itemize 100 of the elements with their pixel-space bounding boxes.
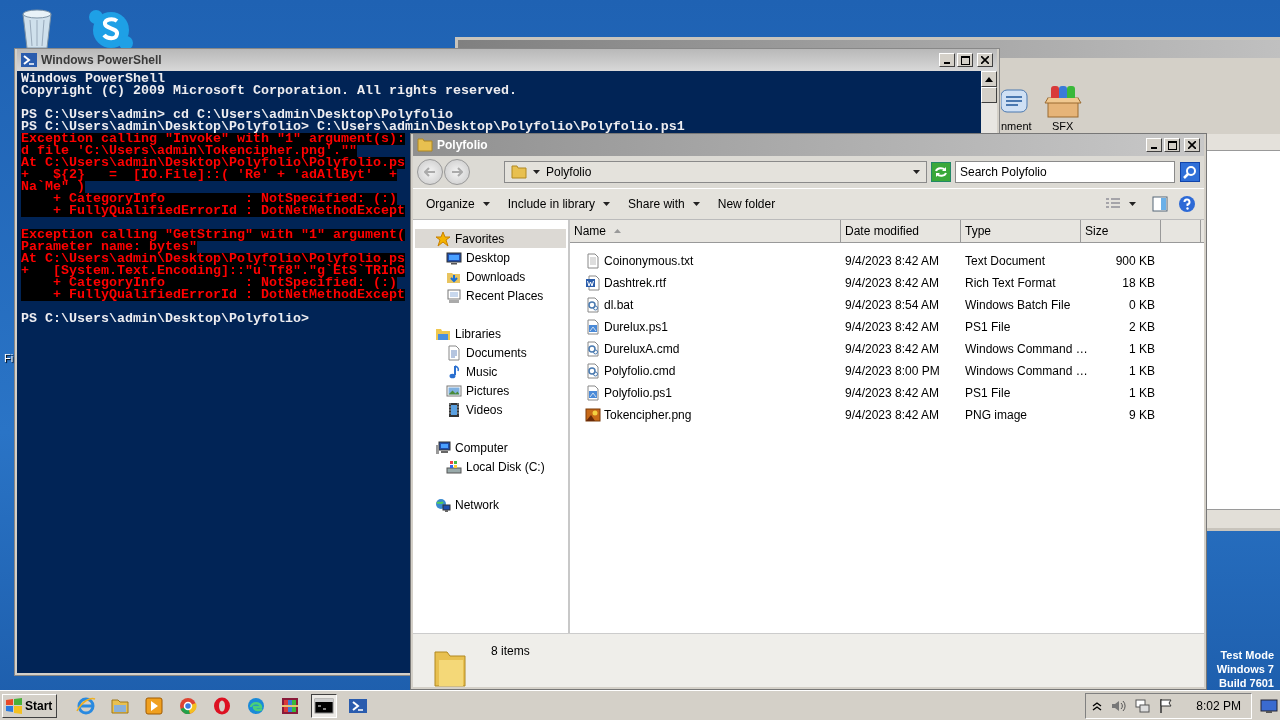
minimize-button[interactable] <box>939 53 955 67</box>
chat-app-icon[interactable] <box>88 9 134 48</box>
preview-pane-icon <box>1152 196 1168 212</box>
network-icon[interactable] <box>1134 697 1151 714</box>
script-file-icon <box>585 385 601 401</box>
date-cell: 9/4/2023 8:00 PM <box>845 364 940 378</box>
desktop-notice-text: Build 7601 <box>1218 676 1274 690</box>
type-cell: Windows Batch File <box>965 298 1071 312</box>
search-field[interactable]: Search Polyfolio <box>955 161 1175 183</box>
date-cell: 9/4/2023 8:42 AM <box>845 254 940 268</box>
up-arrow-icon <box>985 76 993 82</box>
nav-item[interactable]: Local Disk (C:) <box>415 457 566 476</box>
toolbar-button[interactable]: Organize <box>417 193 499 215</box>
nav-item[interactable]: Favorites <box>415 229 566 248</box>
scroll-up-button[interactable] <box>981 71 997 87</box>
refresh-icon <box>934 166 948 178</box>
address-bar[interactable]: Polyfolio <box>504 161 927 183</box>
network-globe-icon <box>435 496 451 513</box>
column-header[interactable]: Name <box>570 220 841 242</box>
word-document-icon <box>585 275 601 291</box>
nav-item[interactable]: Documents <box>415 343 566 362</box>
opera-icon <box>212 695 233 716</box>
date-cell: 9/4/2023 8:54 AM <box>845 298 940 312</box>
terminal-icon <box>314 695 335 716</box>
type-cell: PS1 File <box>965 386 1011 400</box>
column-header[interactable]: Type <box>961 220 1081 242</box>
nav-item[interactable]: Network <box>415 495 566 514</box>
address-text: Polyfolio <box>546 165 592 179</box>
play-icon <box>144 695 165 716</box>
type-cell: Windows Command … <box>965 364 1088 378</box>
file-name-cell[interactable]: Coinonymous.txt <box>570 253 841 269</box>
nav-item[interactable]: Recent Places <box>415 286 566 305</box>
refresh-button[interactable] <box>931 162 951 182</box>
type-cell: PS1 File <box>965 320 1011 334</box>
nav-item[interactable]: Music <box>415 362 566 381</box>
close-icon <box>1188 141 1196 149</box>
file-name-cell[interactable]: Durelux.ps1 <box>570 319 841 335</box>
desktop-notice-text: Test Mode <box>1220 648 1274 662</box>
file-name-cell[interactable]: Polyfolio.ps1 <box>570 385 841 401</box>
column-header[interactable]: Size <box>1081 220 1161 242</box>
size-cell: 0 KB <box>1129 298 1155 312</box>
help-button[interactable] <box>1176 193 1198 215</box>
file-name-cell[interactable]: DureluxA.cmd <box>570 341 841 357</box>
search-button[interactable] <box>1180 162 1200 182</box>
flag-icon[interactable] <box>1158 697 1175 714</box>
picture-icon <box>446 382 462 399</box>
computer-icon <box>435 439 451 456</box>
search-icon <box>1183 165 1197 179</box>
file-name-cell[interactable]: Polyfolio.cmd <box>570 363 841 379</box>
right-arrow-icon <box>451 167 463 177</box>
size-cell: 1 KB <box>1129 342 1155 356</box>
column-header[interactable]: Date modified <box>841 220 961 242</box>
toolbar-label[interactable]: nment <box>1001 120 1032 132</box>
desktop-icon-label[interactable]: Fi <box>4 352 14 364</box>
taskbar-button[interactable] <box>311 693 338 718</box>
package-box-icon[interactable] <box>1043 84 1082 118</box>
toolbar-button[interactable]: Share with <box>619 193 709 215</box>
nav-item[interactable]: Computer <box>415 438 566 457</box>
maximize-icon <box>960 55 970 65</box>
type-cell: PNG image <box>965 408 1028 422</box>
file-name-cell[interactable]: dl.bat <box>570 297 841 313</box>
hard-disk-icon <box>446 458 462 475</box>
browser-e-icon <box>76 695 97 716</box>
clock[interactable]: 8:02 PM <box>1196 698 1241 713</box>
nav-item[interactable]: Desktop <box>415 248 566 267</box>
nav-item[interactable]: Pictures <box>415 381 566 400</box>
close-button[interactable] <box>977 53 993 67</box>
maximize-button[interactable] <box>957 53 973 67</box>
maximize-button[interactable] <box>1164 138 1180 152</box>
gear-file-icon <box>585 363 601 379</box>
size-cell: 18 KB <box>1122 276 1155 290</box>
nav-item[interactable]: Downloads <box>415 267 566 286</box>
file-name-cell[interactable]: Dashtrek.rtf <box>570 275 841 291</box>
toolbar-button[interactable]: New folder <box>708 193 785 215</box>
maximize-icon <box>1167 140 1177 150</box>
nav-item[interactable]: Videos <box>415 400 566 419</box>
type-cell: Rich Text Format <box>965 276 1056 290</box>
monitor-icon <box>1260 697 1278 714</box>
size-cell: 9 KB <box>1129 408 1155 422</box>
size-cell: 1 KB <box>1129 364 1155 378</box>
minimize-button[interactable] <box>1146 138 1162 152</box>
image-file-icon <box>585 407 601 423</box>
date-cell: 9/4/2023 8:42 AM <box>845 386 940 400</box>
type-cell: Windows Command … <box>965 342 1088 356</box>
caret-icon <box>913 170 920 174</box>
start-button[interactable]: Start <box>2 693 58 718</box>
toolbar-label[interactable]: SFX <box>1051 120 1074 132</box>
file-name-cell[interactable]: Tokencipher.png <box>570 407 841 423</box>
chevron-up-icon[interactable] <box>1092 700 1103 711</box>
nav-item[interactable]: Libraries <box>415 324 566 343</box>
scrollbar[interactable] <box>981 71 997 133</box>
console-line: Windows PowerShell <box>21 73 166 85</box>
edge-icon <box>246 695 267 716</box>
close-button[interactable] <box>1184 138 1200 152</box>
desktop-notice-text: Windows 7 <box>1216 662 1274 676</box>
toolbar-button[interactable]: Include in library <box>498 193 620 215</box>
list-view-icon <box>1105 197 1121 211</box>
size-cell: 2 KB <box>1129 320 1155 334</box>
console-line: PS C:\Users\admin\Desktop\Polyfolio> C:\Users\admin\Desktop\Polyfolio\Polyfolio.ps1 <box>21 121 686 133</box>
recent-places-icon <box>446 287 462 304</box>
